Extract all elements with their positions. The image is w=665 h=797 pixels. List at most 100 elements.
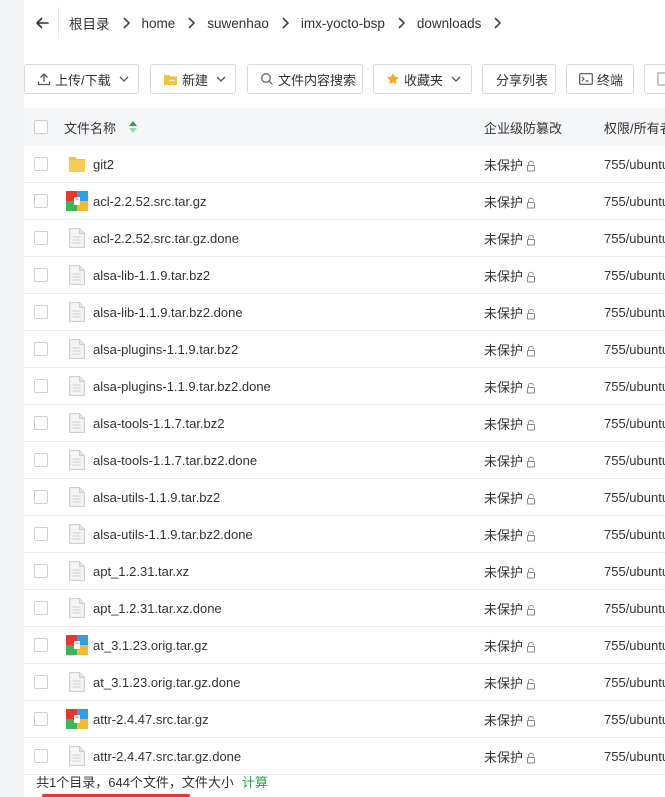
- table-row[interactable]: attr-2.4.47.src.tar.gz.done 未保护 755/ubuntu: [24, 738, 665, 775]
- lock-icon[interactable]: [523, 230, 537, 246]
- lock-icon[interactable]: [523, 489, 537, 505]
- table-row[interactable]: apt_1.2.31.tar.xz.done 未保护 755/ubuntu: [24, 590, 665, 627]
- permission-owner[interactable]: 755/ubuntu: [604, 220, 665, 256]
- row-checkbox[interactable]: [34, 701, 48, 737]
- file-name[interactable]: alsa-tools-1.1.7.tar.bz2: [93, 405, 225, 441]
- lock-icon[interactable]: [523, 452, 537, 468]
- back-button[interactable]: [26, 7, 59, 39]
- table-row[interactable]: apt_1.2.31.tar.xz 未保护 755/ubuntu: [24, 553, 665, 590]
- permission-owner[interactable]: 755/ubuntu: [604, 627, 665, 663]
- row-checkbox[interactable]: [34, 146, 48, 182]
- file-name[interactable]: alsa-lib-1.1.9.tar.bz2.done: [93, 294, 243, 330]
- file-name[interactable]: at_3.1.23.orig.tar.gz.done: [93, 664, 240, 700]
- select-all-checkbox[interactable]: [34, 108, 48, 146]
- breadcrumb-imx-yocto-bsp[interactable]: imx-yocto-bsp: [293, 16, 393, 31]
- lock-icon[interactable]: [523, 674, 537, 690]
- lock-icon[interactable]: [523, 193, 537, 209]
- permission-owner[interactable]: 755/ubuntu: [604, 664, 665, 700]
- lock-icon[interactable]: [523, 415, 537, 431]
- file-name[interactable]: at_3.1.23.orig.tar.gz: [93, 627, 208, 663]
- file-name[interactable]: alsa-tools-1.1.7.tar.bz2.done: [93, 442, 257, 478]
- permission-owner[interactable]: 755/ubuntu: [604, 553, 665, 589]
- upload-download-button[interactable]: 上传/下载: [24, 64, 139, 94]
- favorites-button[interactable]: 收藏夹: [373, 64, 472, 94]
- row-checkbox[interactable]: [34, 368, 48, 404]
- table-row[interactable]: attr-2.4.47.src.tar.gz 未保护 755/ubuntu: [24, 701, 665, 738]
- table-row[interactable]: alsa-plugins-1.1.9.tar.bz2.done 未保护 755/ub…: [24, 368, 665, 405]
- row-checkbox[interactable]: [34, 294, 48, 330]
- permission-owner[interactable]: 755/ubuntu: [604, 516, 665, 552]
- table-row[interactable]: alsa-utils-1.1.9.tar.bz2 未保护 755/ubuntu: [24, 479, 665, 516]
- lock-icon[interactable]: [523, 378, 537, 394]
- row-checkbox[interactable]: [34, 183, 48, 219]
- permission-owner[interactable]: 755/ubuntu: [604, 442, 665, 478]
- table-row[interactable]: alsa-plugins-1.1.9.tar.bz2 未保护 755/ubuntu: [24, 331, 665, 368]
- lock-icon[interactable]: [523, 341, 537, 357]
- permission-owner[interactable]: 755/ubuntu: [604, 146, 665, 182]
- lock-icon[interactable]: [523, 156, 537, 172]
- permission-owner[interactable]: 755/ubuntu: [604, 738, 665, 774]
- permission-owner[interactable]: 755/ubuntu: [604, 479, 665, 515]
- file-name[interactable]: acl-2.2.52.src.tar.gz: [93, 183, 206, 219]
- new-button[interactable]: 新建: [150, 64, 236, 94]
- row-checkbox[interactable]: [34, 553, 48, 589]
- row-checkbox[interactable]: [34, 627, 48, 663]
- file-name[interactable]: alsa-plugins-1.1.9.tar.bz2: [93, 331, 238, 367]
- lock-icon[interactable]: [523, 563, 537, 579]
- file-name[interactable]: git2: [93, 146, 114, 182]
- lock-icon[interactable]: [523, 526, 537, 542]
- row-checkbox[interactable]: [34, 442, 48, 478]
- permission-owner[interactable]: 755/ubuntu: [604, 331, 665, 367]
- lock-icon[interactable]: [523, 748, 537, 764]
- permission-owner[interactable]: 755/ubuntu: [604, 405, 665, 441]
- permission-owner[interactable]: 755/ubuntu: [604, 294, 665, 330]
- table-row[interactable]: git2 未保护 755/ubuntu: [24, 146, 665, 183]
- row-checkbox[interactable]: [34, 479, 48, 515]
- calculate-link[interactable]: 计算: [242, 775, 268, 790]
- file-name[interactable]: acl-2.2.52.src.tar.gz.done: [93, 220, 239, 256]
- file-name[interactable]: apt_1.2.31.tar.xz.done: [93, 590, 222, 626]
- lock-icon[interactable]: [523, 267, 537, 283]
- breadcrumb-home[interactable]: home: [134, 16, 184, 31]
- table-row[interactable]: at_3.1.23.orig.tar.gz.done 未保护 755/ubuntu: [24, 664, 665, 701]
- file-name[interactable]: alsa-utils-1.1.9.tar.bz2.done: [93, 516, 253, 552]
- column-header-name[interactable]: 文件名称: [64, 108, 138, 146]
- table-row[interactable]: at_3.1.23.orig.tar.gz 未保护 755/ubuntu: [24, 627, 665, 664]
- column-header-permission[interactable]: 权限/所有者: [604, 108, 665, 146]
- table-row[interactable]: alsa-tools-1.1.7.tar.bz2.done 未保护 755/ubun…: [24, 442, 665, 479]
- lock-icon[interactable]: [523, 600, 537, 616]
- breadcrumb-suwenhao[interactable]: suwenhao: [199, 16, 277, 31]
- file-name[interactable]: alsa-plugins-1.1.9.tar.bz2.done: [93, 368, 271, 404]
- table-row[interactable]: alsa-utils-1.1.9.tar.bz2.done 未保护 755/ubun…: [24, 516, 665, 553]
- permission-owner[interactable]: 755/ubuntu: [604, 183, 665, 219]
- table-row[interactable]: alsa-lib-1.1.9.tar.bz2 未保护 755/ubuntu: [24, 257, 665, 294]
- lock-icon[interactable]: [523, 711, 537, 727]
- row-checkbox[interactable]: [34, 738, 48, 774]
- file-name[interactable]: apt_1.2.31.tar.xz: [93, 553, 189, 589]
- row-checkbox[interactable]: [34, 405, 48, 441]
- table-row[interactable]: alsa-tools-1.1.7.tar.bz2 未保护 755/ubuntu: [24, 405, 665, 442]
- permission-owner[interactable]: 755/ubuntu: [604, 368, 665, 404]
- row-checkbox[interactable]: [34, 516, 48, 552]
- row-checkbox[interactable]: [34, 331, 48, 367]
- file-content-search-button[interactable]: 文件内容搜索: [247, 64, 363, 94]
- permission-owner[interactable]: 755/ubuntu: [604, 701, 665, 737]
- breadcrumb-root[interactable]: 根目录: [59, 13, 118, 33]
- file-name[interactable]: attr-2.4.47.src.tar.gz.done: [93, 738, 241, 774]
- terminal-button[interactable]: 终端: [566, 64, 634, 94]
- share-list-button[interactable]: 分享列表: [482, 64, 556, 94]
- permission-owner[interactable]: 755/ubuntu: [604, 590, 665, 626]
- column-header-protect[interactable]: 企业级防篡改: [484, 108, 562, 146]
- table-row[interactable]: acl-2.2.52.src.tar.gz.done 未保护 755/ubuntu: [24, 220, 665, 257]
- table-row[interactable]: acl-2.2.52.src.tar.gz 未保护 755/ubuntu: [24, 183, 665, 220]
- more-tools-button[interactable]: [644, 64, 665, 94]
- row-checkbox[interactable]: [34, 220, 48, 256]
- row-checkbox[interactable]: [34, 664, 48, 700]
- row-checkbox[interactable]: [34, 257, 48, 293]
- file-name[interactable]: alsa-utils-1.1.9.tar.bz2: [93, 479, 220, 515]
- lock-icon[interactable]: [523, 304, 537, 320]
- lock-icon[interactable]: [523, 637, 537, 653]
- file-name[interactable]: alsa-lib-1.1.9.tar.bz2: [93, 257, 210, 293]
- breadcrumb-downloads[interactable]: downloads: [409, 16, 490, 31]
- row-checkbox[interactable]: [34, 590, 48, 626]
